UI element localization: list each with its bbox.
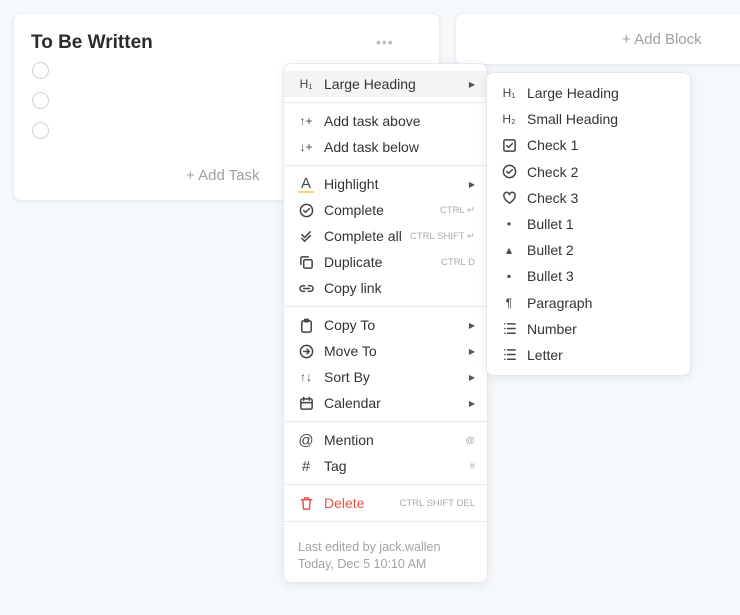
heading-1-icon: H₁ bbox=[502, 86, 516, 101]
check-circle-icon bbox=[501, 164, 517, 180]
card-title: To Be Written bbox=[31, 32, 153, 53]
menu-calendar[interactable]: Calendar ▶ bbox=[284, 390, 487, 416]
submenu-item[interactable]: H₂ Small Heading bbox=[487, 106, 690, 132]
paragraph-icon: ¶ bbox=[505, 295, 513, 310]
add-block-button[interactable]: + Add Block bbox=[622, 31, 702, 48]
menu-complete[interactable]: Complete CTRL ↵ bbox=[284, 197, 487, 223]
menu-copy-to[interactable]: Copy To ▶ bbox=[284, 312, 487, 338]
submenu-item[interactable]: Number bbox=[487, 316, 690, 342]
submenu-item[interactable]: ▪ Bullet 3 bbox=[487, 263, 690, 289]
trash-icon bbox=[298, 495, 314, 511]
submenu-item[interactable]: Check 1 bbox=[487, 132, 690, 158]
more-options-icon[interactable]: ••• bbox=[376, 34, 394, 50]
link-icon bbox=[298, 280, 314, 296]
heading-submenu: H₁ Large Heading H₂ Small Heading Check 1 Che… bbox=[486, 72, 691, 376]
submenu-item[interactable]: H₁ Large Heading bbox=[487, 80, 690, 106]
divider bbox=[284, 102, 487, 103]
submenu-item[interactable]: Check 3 bbox=[487, 185, 690, 211]
letter-list-icon bbox=[501, 347, 517, 363]
square-bullet-icon: ▪ bbox=[506, 269, 512, 284]
check-square-icon bbox=[501, 137, 517, 153]
submenu-arrow-icon: ▶ bbox=[468, 398, 475, 408]
context-menu: H₁ Large Heading ▶ ↑+ Add task above ↓+ Add … bbox=[283, 63, 488, 583]
arrow-circle-icon bbox=[298, 343, 314, 359]
at-icon: @ bbox=[298, 431, 314, 449]
bullet-icon: • bbox=[506, 217, 512, 232]
submenu-item[interactable]: Letter bbox=[487, 342, 690, 368]
menu-mention[interactable]: @ Mention @ bbox=[284, 427, 487, 453]
arrow-up-plus-icon: ↑+ bbox=[299, 114, 313, 128]
duplicate-icon bbox=[298, 254, 314, 270]
submenu-arrow-icon: ▶ bbox=[468, 372, 475, 382]
divider bbox=[284, 306, 487, 307]
heading-2-icon: H₂ bbox=[502, 112, 516, 127]
menu-add-task-below[interactable]: ↓+ Add task below bbox=[284, 134, 487, 160]
submenu-item[interactable]: Check 2 bbox=[487, 159, 690, 185]
submenu-item[interactable]: ¶ Paragraph bbox=[487, 290, 690, 316]
clipboard-icon bbox=[298, 317, 314, 333]
sort-icon: ↑↓ bbox=[300, 370, 312, 384]
menu-copy-link[interactable]: Copy link bbox=[284, 275, 487, 301]
edit-info: Last edited by jack.wallen Today, Dec 5 … bbox=[298, 540, 441, 571]
menu-move-to[interactable]: Move To ▶ bbox=[284, 338, 487, 364]
hash-icon: # bbox=[301, 457, 311, 475]
submenu-arrow-icon: ▶ bbox=[468, 346, 475, 356]
menu-add-task-above[interactable]: ↑+ Add task above bbox=[284, 108, 487, 134]
task-checkbox[interactable] bbox=[32, 122, 49, 139]
task-checkbox[interactable] bbox=[32, 92, 49, 109]
highlight-icon: A bbox=[298, 175, 314, 193]
heart-icon bbox=[501, 190, 517, 206]
calendar-icon bbox=[298, 395, 314, 411]
arrow-down-plus-icon: ↓+ bbox=[299, 140, 313, 154]
number-list-icon bbox=[501, 321, 517, 337]
submenu-arrow-icon: ▶ bbox=[468, 79, 475, 89]
submenu-arrow-icon: ▶ bbox=[468, 179, 475, 189]
menu-complete-all[interactable]: Complete all CTRL SHIFT ↵ bbox=[284, 223, 487, 249]
block-card: + Add Block bbox=[455, 13, 740, 65]
submenu-arrow-icon: ▶ bbox=[468, 320, 475, 330]
menu-highlight[interactable]: A Highlight ▶ bbox=[284, 171, 487, 197]
double-check-icon bbox=[298, 228, 314, 244]
check-circle-icon bbox=[298, 202, 314, 218]
menu-large-heading[interactable]: H₁ Large Heading ▶ bbox=[284, 71, 487, 97]
menu-duplicate[interactable]: Duplicate CTRL D bbox=[284, 249, 487, 275]
submenu-item[interactable]: • Bullet 1 bbox=[487, 211, 690, 237]
menu-delete[interactable]: Delete CTRL SHIFT DEL bbox=[284, 490, 487, 516]
heading-icon: H₁ bbox=[299, 77, 313, 91]
divider bbox=[284, 521, 487, 522]
menu-sort-by[interactable]: ↑↓ Sort By ▶ bbox=[284, 364, 487, 390]
divider bbox=[284, 421, 487, 422]
triangle-bullet-icon: ▴ bbox=[505, 243, 513, 258]
submenu-item[interactable]: ▴ Bullet 2 bbox=[487, 237, 690, 263]
divider bbox=[284, 165, 487, 166]
task-checkbox[interactable] bbox=[32, 62, 49, 79]
add-task-button[interactable]: + Add Task bbox=[186, 167, 260, 184]
menu-tag[interactable]: # Tag # bbox=[284, 453, 487, 479]
divider bbox=[284, 484, 487, 485]
